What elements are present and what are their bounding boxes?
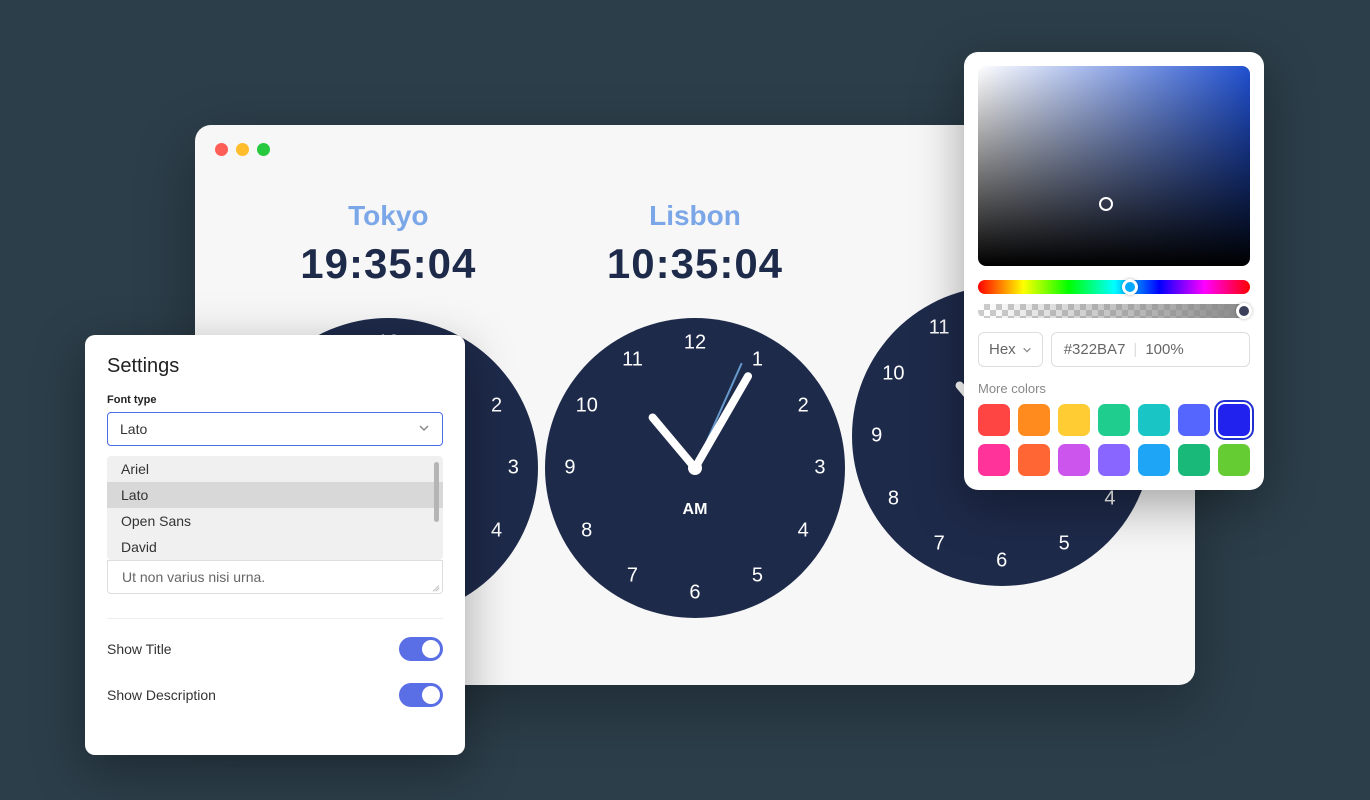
scrollbar-thumb[interactable]: [434, 462, 439, 522]
clock-number: 7: [934, 533, 945, 556]
color-swatch[interactable]: [1098, 404, 1130, 436]
analog-clock: 121234567891011AM: [545, 318, 845, 618]
font-option[interactable]: Open Sans: [107, 508, 443, 534]
hex-input[interactable]: #322BA7 | 100%: [1051, 332, 1250, 367]
color-swatch[interactable]: [1218, 404, 1250, 436]
swatch-grid: [978, 404, 1250, 476]
color-swatch[interactable]: [1018, 444, 1050, 476]
minute-hand: [692, 371, 754, 470]
color-swatch[interactable]: [1058, 444, 1090, 476]
clock-number: 10: [576, 394, 598, 417]
hue-slider[interactable]: [978, 280, 1250, 294]
show-title-toggle[interactable]: [399, 637, 443, 661]
clock-number: 8: [581, 519, 592, 542]
chevron-down-icon: [1022, 345, 1032, 355]
clock-number: 10: [882, 362, 904, 385]
clock-number: 6: [996, 550, 1007, 573]
color-swatch[interactable]: [1058, 404, 1090, 436]
clock-number: 7: [627, 565, 638, 588]
city-name: Lisbon: [545, 200, 845, 232]
time-text: 19:35:04: [238, 240, 538, 288]
more-colors-label: More colors: [978, 381, 1250, 396]
settings-panel: Settings Font type Lato ArielLatoOpen Sa…: [85, 335, 465, 755]
minimize-icon[interactable]: [236, 143, 249, 156]
clock-number: 12: [684, 332, 706, 355]
chevron-down-icon: [418, 421, 430, 437]
clock-number: 6: [689, 582, 700, 605]
clock-center: [688, 461, 702, 475]
clock-number: 3: [814, 457, 825, 480]
time-text: 10:35:04: [545, 240, 845, 288]
clock-number: 4: [798, 519, 809, 542]
clock-number: 11: [622, 348, 643, 371]
clock-number: 2: [798, 394, 809, 417]
window-controls: [215, 143, 270, 156]
saturation-area[interactable]: [978, 66, 1250, 266]
clock-number: 5: [1059, 533, 1070, 556]
color-swatch[interactable]: [978, 444, 1010, 476]
divider: [107, 618, 443, 619]
clock-number: 3: [508, 457, 519, 480]
color-swatch[interactable]: [1138, 444, 1170, 476]
description-textarea[interactable]: Ut non varius nisi urna.: [107, 560, 443, 594]
clock-number: 1: [752, 348, 763, 371]
color-swatch[interactable]: [978, 404, 1010, 436]
font-select-value: Lato: [120, 421, 147, 437]
font-option[interactable]: Ariel: [107, 456, 443, 482]
show-description-toggle[interactable]: [399, 683, 443, 707]
settings-title: Settings: [107, 355, 443, 378]
color-swatch[interactable]: [1098, 444, 1130, 476]
saturation-cursor[interactable]: [1099, 197, 1113, 211]
clock-number: 9: [871, 425, 882, 448]
color-swatch[interactable]: [1218, 444, 1250, 476]
alpha-thumb[interactable]: [1236, 303, 1252, 319]
close-icon[interactable]: [215, 143, 228, 156]
clock-number: 4: [1104, 487, 1115, 510]
hue-thumb[interactable]: [1122, 279, 1138, 295]
font-option[interactable]: David: [107, 534, 443, 560]
color-picker-panel: Hex #322BA7 | 100% More colors: [964, 52, 1264, 490]
color-swatch[interactable]: [1018, 404, 1050, 436]
font-type-label: Font type: [107, 394, 443, 406]
resize-handle-icon[interactable]: [430, 581, 440, 591]
clock-number: 9: [564, 457, 575, 480]
clock-number: 8: [888, 487, 899, 510]
city-name: Tokyo: [238, 200, 538, 232]
clock-number: 4: [491, 519, 502, 542]
color-swatch[interactable]: [1178, 404, 1210, 436]
font-option[interactable]: Lato: [107, 482, 443, 508]
font-select[interactable]: Lato: [107, 412, 443, 446]
alpha-slider[interactable]: [978, 304, 1250, 318]
clock-number: 11: [929, 316, 950, 339]
clock-number: 2: [491, 394, 502, 417]
ampm-label: AM: [683, 501, 708, 519]
color-format-select[interactable]: Hex: [978, 332, 1043, 367]
clock-column: Lisbon 10:35:04 121234567891011AM: [545, 200, 845, 618]
clock-number: 5: [752, 565, 763, 588]
show-title-label: Show Title: [107, 641, 172, 657]
font-dropdown: ArielLatoOpen SansDavid: [107, 456, 443, 560]
color-swatch[interactable]: [1178, 444, 1210, 476]
color-swatch[interactable]: [1138, 404, 1170, 436]
maximize-icon[interactable]: [257, 143, 270, 156]
show-description-label: Show Description: [107, 687, 216, 703]
